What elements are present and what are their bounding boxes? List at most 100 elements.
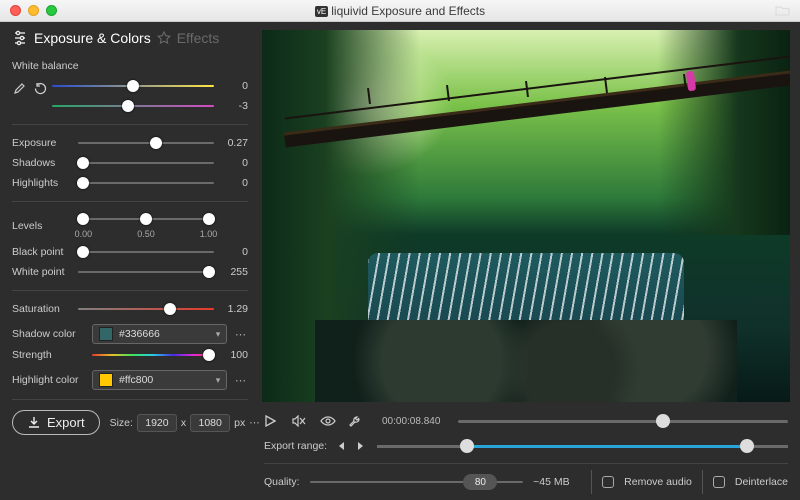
tab-effects[interactable]: Effects	[177, 30, 220, 46]
white-balance-label: White balance	[12, 60, 79, 72]
highlight-color-picker[interactable]: #ffc800 ▾	[92, 370, 227, 390]
black-point-row: Black point 0	[12, 242, 248, 262]
saturation-label: Saturation	[12, 303, 72, 315]
white-point-slider[interactable]	[78, 264, 214, 280]
shadow-color-swatch	[99, 327, 113, 341]
exposure-value: 0.27	[220, 137, 248, 149]
saturation-value: 1.29	[220, 303, 248, 315]
wb-temperature-value: 0	[220, 80, 248, 92]
settings-icon[interactable]	[12, 30, 28, 46]
export-button-label: Export	[47, 415, 85, 430]
wb-temperature-slider[interactable]	[52, 78, 214, 94]
saturation-row: Saturation 1.29	[12, 299, 248, 319]
range-next-icon[interactable]	[357, 441, 367, 451]
preview-icon[interactable]	[320, 415, 338, 427]
shadows-row: Shadows 0	[12, 153, 248, 173]
zoom-window[interactable]	[46, 5, 57, 16]
wb-tint-row: -3	[12, 96, 248, 116]
reset-icon[interactable]	[34, 82, 48, 96]
highlight-color-row: Highlight color #ffc800 ▾ ⋯	[12, 369, 248, 391]
window-title: vEliquivid Exposure and Effects	[0, 4, 800, 18]
strength-value: 100	[220, 349, 248, 361]
highlights-row: Highlights 0	[12, 173, 248, 193]
chevron-down-icon: ▾	[210, 375, 226, 386]
titlebar: vEliquivid Exposure and Effects	[0, 0, 800, 22]
remove-audio-label: Remove audio	[624, 476, 692, 488]
highlight-color-swatch	[99, 373, 113, 387]
highlights-value: 0	[220, 177, 248, 189]
saturation-slider[interactable]	[78, 301, 214, 317]
black-point-value: 0	[220, 246, 248, 258]
wb-tint-value: -3	[220, 100, 248, 112]
quality-slider[interactable]: 80	[310, 474, 524, 490]
playhead-timeline[interactable]	[458, 413, 788, 429]
size-width-input[interactable]	[137, 414, 177, 432]
tools-icon[interactable]	[348, 415, 366, 428]
black-point-label: Black point	[12, 246, 72, 258]
exposure-slider[interactable]	[78, 135, 214, 151]
wb-temp-row: 0	[12, 76, 248, 96]
range-prev-icon[interactable]	[337, 441, 347, 451]
shadow-color-row: Shadow color #336666 ▾ ⋯	[12, 323, 248, 345]
estimated-size: ~45 MB	[533, 476, 581, 488]
mute-icon[interactable]	[292, 415, 310, 427]
white-balance-label-row: White balance	[12, 56, 248, 76]
white-point-row: White point 255	[12, 262, 248, 282]
size-inputs: Size: x px ⋯	[110, 414, 260, 432]
levels-label: Levels	[12, 220, 72, 232]
sidebar-tabs: Exposure & Colors Effects	[12, 30, 248, 46]
highlights-slider[interactable]	[78, 175, 214, 191]
main-area: 00:00:08.840 Export range:	[260, 22, 800, 500]
exposure-row: Exposure 0.27	[12, 133, 248, 153]
remove-audio-checkbox[interactable]	[602, 476, 614, 488]
highlight-color-more[interactable]: ⋯	[233, 374, 248, 387]
size-height-input[interactable]	[190, 414, 230, 432]
window-controls	[10, 5, 57, 16]
highlight-color-label: Highlight color	[12, 374, 86, 386]
timecode: 00:00:08.840	[382, 416, 440, 427]
wb-tint-slider[interactable]	[52, 98, 214, 114]
strength-row: Strength 100	[12, 345, 248, 365]
shadows-slider[interactable]	[78, 155, 214, 171]
star-icon	[157, 31, 171, 45]
sidebar: Exposure & Colors Effects White balance	[0, 22, 260, 500]
shadow-color-label: Shadow color	[12, 328, 86, 340]
shadow-color-hex: #336666	[119, 328, 210, 340]
black-point-slider[interactable]	[78, 244, 214, 260]
strength-slider[interactable]	[92, 347, 214, 363]
highlights-label: Highlights	[12, 177, 72, 189]
deinterlace-checkbox[interactable]	[713, 476, 725, 488]
strength-label: Strength	[12, 349, 86, 361]
deinterlace-label: Deinterlace	[735, 476, 788, 488]
chevron-down-icon: ▾	[210, 329, 226, 340]
playback-controls: 00:00:08.840 Export range:	[260, 408, 800, 500]
tab-exposure-colors[interactable]: Exposure & Colors	[34, 30, 151, 46]
minimize-window[interactable]	[28, 5, 39, 16]
export-range-slider[interactable]	[377, 438, 788, 454]
app-logo: vE	[315, 6, 328, 17]
quality-value-pill: 80	[463, 474, 497, 490]
exposure-label: Exposure	[12, 137, 72, 149]
shadows-label: Shadows	[12, 157, 72, 169]
shadow-color-more[interactable]: ⋯	[233, 328, 248, 341]
export-bar: Export Size: x px ⋯	[12, 410, 248, 435]
export-button[interactable]: Export	[12, 410, 100, 435]
quality-label: Quality:	[264, 476, 300, 488]
export-range-label: Export range:	[264, 440, 327, 452]
white-point-value: 255	[220, 266, 248, 278]
video-preview[interactable]	[262, 30, 790, 402]
quality-row: Quality: 80 ~45 MB Remove audio Deinterl…	[264, 472, 788, 492]
size-more[interactable]: ⋯	[249, 417, 260, 429]
shadows-value: 0	[220, 157, 248, 169]
levels-slider[interactable]: 0.00 0.50 1.00	[78, 211, 214, 241]
shadow-color-picker[interactable]: #336666 ▾	[92, 324, 227, 344]
size-label: Size:	[110, 417, 133, 429]
play-icon[interactable]	[264, 415, 282, 427]
size-unit: px	[234, 417, 245, 429]
close-window[interactable]	[10, 5, 21, 16]
white-point-label: White point	[12, 266, 72, 278]
open-folder-icon[interactable]	[775, 4, 790, 16]
highlight-color-hex: #ffc800	[119, 374, 210, 386]
levels-row: Levels 0.00 0.50 1.00	[12, 210, 248, 242]
eyedropper-icon[interactable]	[12, 82, 26, 96]
